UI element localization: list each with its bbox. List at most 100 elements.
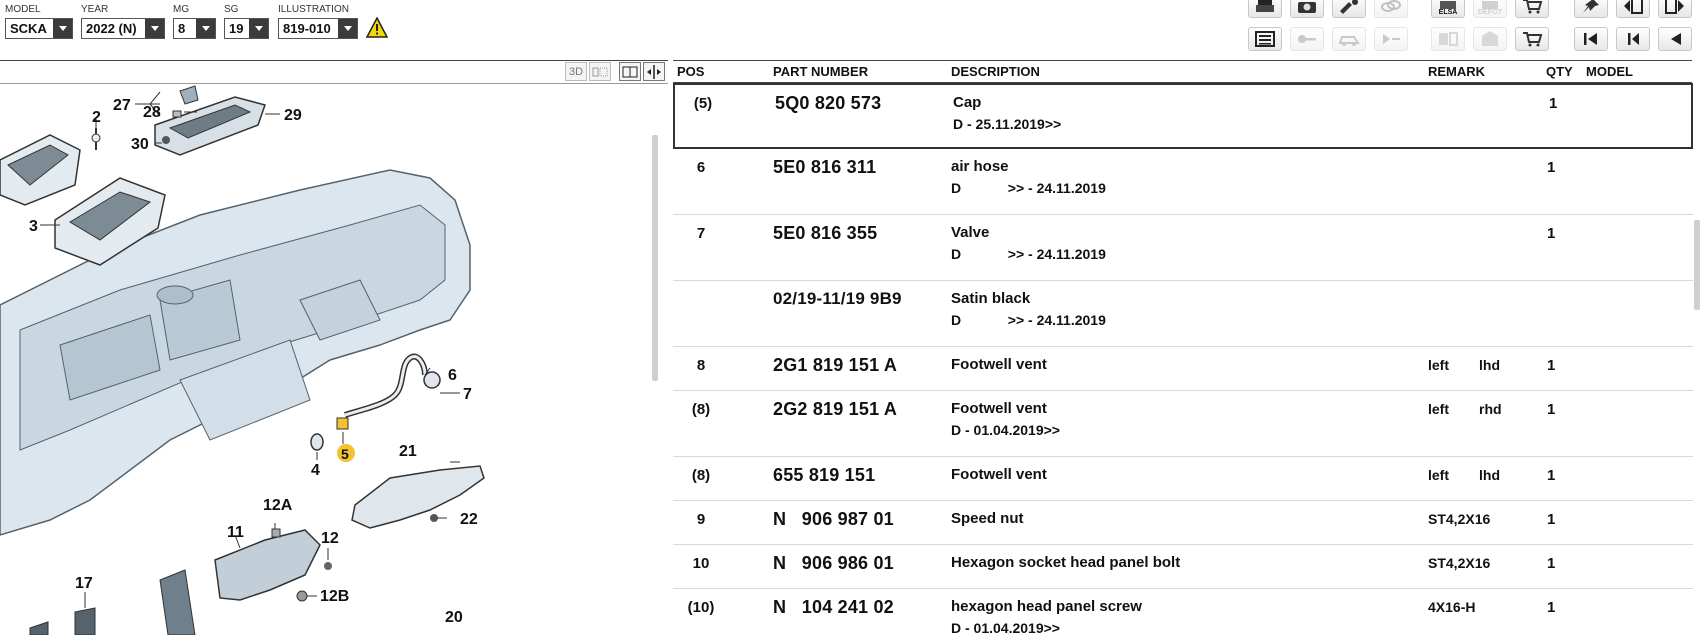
mg-dropdown[interactable]: 8 — [173, 18, 216, 39]
header-pos[interactable]: POS — [677, 64, 704, 79]
header-qty[interactable]: QTY — [1546, 64, 1573, 79]
callout-3[interactable]: 3 — [29, 218, 38, 235]
row-qty: 1 — [1547, 159, 1556, 176]
dashboard-drawing: 27 28 29 2 30 3 6 7 5 4 21 22 12A 11 12 … — [0, 85, 485, 635]
row-part-number[interactable]: 2G2 819 151 A — [773, 399, 897, 420]
tools-icon — [1340, 0, 1358, 14]
table-row[interactable]: 6 5E0 816 311 air hose D >> - 24.11.2019… — [673, 149, 1693, 215]
table-row[interactable]: 7 5E0 816 355 Valve D >> - 24.11.2019 1 — [673, 215, 1693, 281]
3d-view-button[interactable]: 3D — [565, 62, 587, 81]
row-description: hexagon head panel screw — [951, 598, 1142, 615]
row-description: Cap — [953, 94, 982, 111]
sg-dropdown[interactable]: 19 — [224, 18, 269, 39]
table-row[interactable]: (10) N 104 241 02 hexagon head panel scr… — [673, 589, 1693, 636]
cart-transfer-button[interactable] — [1515, 0, 1549, 18]
row-part-number[interactable]: 655 819 151 — [773, 465, 875, 486]
add-to-cart-button[interactable] — [1515, 27, 1549, 51]
resize-pane-button[interactable] — [643, 62, 665, 81]
cart-icon — [1523, 32, 1543, 47]
back-button[interactable] — [1658, 27, 1692, 51]
callout-29[interactable]: 29 — [284, 107, 302, 124]
callout-28[interactable]: 28 — [143, 104, 161, 121]
table-row[interactable]: 02/19-11/19 9B9 Satin black D >> - 24.11… — [673, 281, 1693, 347]
callout-27[interactable]: 27 — [113, 97, 131, 114]
table-row[interactable]: (8) 2G2 819 151 A Footwell vent D - 01.0… — [673, 391, 1693, 457]
list-view-button[interactable] — [1248, 27, 1282, 51]
callout-12[interactable]: 12 — [321, 530, 339, 547]
header-remark[interactable]: REMARK — [1428, 64, 1485, 79]
chevron-down-icon[interactable] — [145, 19, 164, 38]
callout-17[interactable]: 17 — [75, 575, 93, 592]
chevron-down-icon[interactable] — [338, 19, 357, 38]
callout-11[interactable]: 11 — [227, 524, 244, 541]
row-description: Speed nut — [951, 510, 1024, 527]
key-button[interactable] — [1290, 27, 1324, 51]
row-part-number[interactable]: N 906 987 01 — [773, 509, 894, 530]
pin-button[interactable] — [1574, 0, 1608, 18]
callout-12A[interactable]: 12A — [263, 497, 293, 514]
row-qty: 1 — [1547, 401, 1556, 418]
grid-icon — [592, 67, 608, 76]
vehicle-button[interactable] — [1332, 27, 1366, 51]
header-model[interactable]: MODEL — [1586, 64, 1633, 79]
callout-22[interactable]: 22 — [460, 511, 478, 528]
play-button[interactable] — [1374, 27, 1408, 51]
hotspot-view-button[interactable] — [589, 62, 611, 81]
row-date-range: D >> - 24.11.2019 — [951, 246, 1106, 262]
camera-button[interactable] — [1290, 0, 1324, 18]
compare-icon — [1439, 32, 1458, 46]
row-part-number[interactable]: 5E0 816 311 — [773, 157, 876, 178]
print-button[interactable] — [1248, 0, 1282, 18]
table-row[interactable]: 10 N 906 986 01 Hexagon socket head pane… — [673, 545, 1693, 589]
prev-page-button[interactable] — [1616, 0, 1650, 18]
compare-button[interactable] — [1431, 27, 1465, 51]
first-icon — [1584, 33, 1597, 45]
callout-6[interactable]: 6 — [448, 367, 457, 384]
callout-21[interactable]: 21 — [399, 443, 417, 460]
row-part-number[interactable]: N 906 986 01 — [773, 553, 894, 574]
row-remark: left — [1428, 401, 1449, 417]
table-row[interactable]: 9 N 906 987 01 Speed nut ST4,2X16 1 — [673, 501, 1693, 545]
row-pos: (8) — [691, 467, 711, 484]
table-row[interactable]: 8 2G1 819 151 A Footwell vent left lhd 1 — [673, 347, 1693, 391]
previous-button[interactable] — [1616, 27, 1650, 51]
row-part-number[interactable]: 5E0 816 355 — [773, 223, 877, 244]
parts-illustration[interactable]: 27 28 29 2 30 3 6 7 5 4 21 22 12A 11 12 … — [0, 83, 648, 635]
split-view-button[interactable] — [619, 62, 641, 81]
elsa-button[interactable]: ELSA — [1431, 0, 1465, 18]
warning-icon[interactable] — [366, 17, 388, 39]
year-dropdown[interactable]: 2022 (N) — [81, 18, 165, 39]
row-remark: ST4,2X16 — [1428, 511, 1491, 527]
callout-4[interactable]: 4 — [311, 462, 320, 479]
table-row[interactable]: (8) 655 819 151 Footwell vent left lhd 1 — [673, 457, 1693, 501]
row-part-number[interactable]: 5Q0 820 573 — [775, 93, 881, 114]
depot-button[interactable]: DEPOT — [1473, 0, 1507, 18]
chevron-down-icon[interactable] — [53, 19, 72, 38]
header-description[interactable]: DESCRIPTION — [951, 64, 1040, 79]
row-pos: (10) — [687, 599, 715, 616]
first-button[interactable] — [1574, 27, 1608, 51]
table-row[interactable]: (5) 5Q0 820 573 Cap D - 25.11.2019>> 1 — [673, 83, 1693, 149]
header-part-number[interactable]: PART NUMBER — [773, 64, 868, 79]
callout-5[interactable]: 5 — [341, 446, 349, 462]
row-part-number[interactable]: 2G1 819 151 A — [773, 355, 897, 376]
callout-2[interactable]: 2 — [92, 109, 101, 126]
row-part-number[interactable]: N 104 241 02 — [773, 597, 894, 618]
callout-7[interactable]: 7 — [463, 386, 472, 403]
callout-30[interactable]: 30 — [131, 136, 149, 153]
row-qty: 1 — [1547, 555, 1556, 572]
parts-table-scrollbar[interactable] — [1694, 220, 1700, 310]
tools-button[interactable] — [1332, 0, 1366, 18]
illustration-scrollbar[interactable] — [652, 135, 658, 381]
stock-button[interactable] — [1473, 27, 1507, 51]
chevron-down-icon[interactable] — [196, 19, 215, 38]
link-button[interactable] — [1374, 0, 1408, 18]
next-page-button[interactable] — [1658, 0, 1692, 18]
row-part-number[interactable]: 02/19-11/19 9B9 — [773, 289, 902, 309]
illustration-dropdown[interactable]: 819-010 — [278, 18, 358, 39]
chevron-down-icon[interactable] — [249, 19, 268, 38]
callout-12B[interactable]: 12B — [320, 588, 349, 605]
row-pos: (8) — [691, 401, 711, 418]
model-dropdown[interactable]: SCKA — [5, 18, 73, 39]
callout-20[interactable]: 20 — [445, 609, 463, 626]
